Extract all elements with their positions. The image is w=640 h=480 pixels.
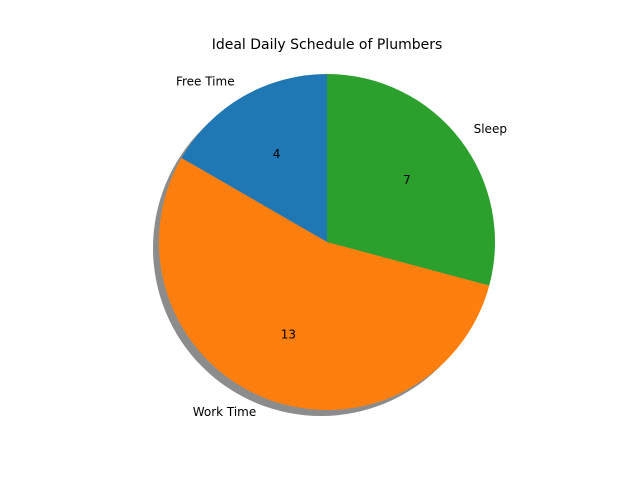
- slice-value-sleep: 7: [403, 173, 411, 187]
- slice-label-sleep: Sleep: [474, 122, 507, 136]
- slice-label-free-time: Free Time: [176, 74, 235, 88]
- pie-chart: Ideal Daily Schedule of Plumbers Free Ti…: [153, 37, 507, 419]
- slice-value-free-time: 4: [273, 147, 281, 161]
- chart-title: Ideal Daily Schedule of Plumbers: [212, 37, 443, 53]
- slice-label-work-time: Work Time: [193, 405, 257, 419]
- chart-figure: Ideal Daily Schedule of Plumbers Free Ti…: [0, 0, 640, 480]
- pie-slice-layer: [159, 74, 496, 410]
- slice-value-work-time: 13: [281, 328, 296, 342]
